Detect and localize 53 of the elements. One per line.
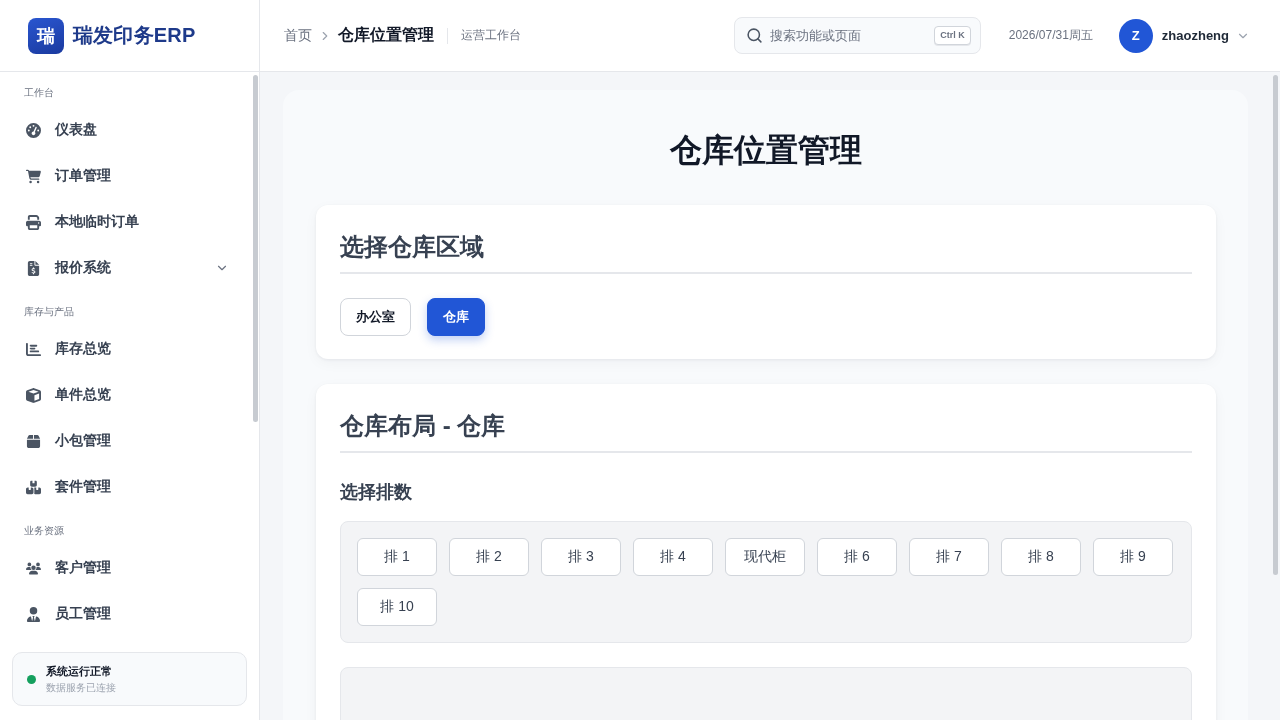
workspace-label: 运营工作台 [461,27,521,44]
breadcrumb-current: 仓库位置管理 [338,25,434,45]
row-button[interactable]: 排 3 [541,538,621,576]
row-button[interactable]: 排 4 [633,538,713,576]
scrollbar[interactable] [1273,75,1278,575]
row-button[interactable]: 排 2 [449,538,529,576]
nav-item[interactable]: 套件管理 [0,464,259,510]
user-avatar[interactable]: Z [1118,18,1153,53]
nav-item[interactable]: 本地临时订单 [0,199,259,245]
gauge-icon [26,122,41,138]
area-button[interactable]: 办公室 [340,298,411,336]
users-icon [26,560,41,576]
row-button[interactable]: 排 8 [1001,538,1081,576]
status-title: 系统运行正常 [46,664,113,678]
nav-item[interactable]: 小包管理 [0,418,259,464]
area-button[interactable]: 仓库 [427,298,485,336]
scrollbar[interactable] [253,75,258,422]
date-text: 2026/07/31周五 [1008,27,1093,44]
nav-item[interactable]: 订单管理 [0,153,259,199]
cube-icon [26,387,41,403]
brand-name: 瑞发印务ERP [73,23,196,48]
nav-item[interactable]: 员工管理 [0,591,259,637]
search-icon [745,27,763,44]
breadcrumb-home-link[interactable]: 首页 [284,26,312,45]
person-icon [26,606,41,622]
dollar-document-icon [26,260,41,276]
section-heading: 选择仓库区域 [340,231,1192,274]
row-button[interactable]: 现代柜 [725,538,805,576]
nav-item[interactable]: 客户管理 [0,545,259,591]
shortcut-key: Ctrl K [934,26,971,45]
user-name[interactable]: zhaozheng [1161,28,1229,43]
row-button[interactable]: 排 9 [1093,538,1173,576]
nav-item[interactable]: 单件总览 [0,372,259,418]
subheading: 选择排数 [340,481,413,504]
section-heading: 仓库布局 - 仓库 [340,410,1192,453]
row-button[interactable]: 排 10 [357,588,437,626]
logo-icon: 瑞 [28,17,64,54]
section-label: 工作台 [24,87,54,98]
box-icon [26,433,41,449]
row-button[interactable]: 排 1 [357,538,437,576]
page-title: 仓库位置管理 [669,131,863,170]
bar-chart-icon [26,341,41,357]
nav-item[interactable]: 库存总览 [0,326,259,372]
section-label: 业务资源 [24,525,64,536]
row-button[interactable]: 排 6 [817,538,897,576]
boxes-icon [26,479,41,495]
cart-icon [26,168,41,184]
nav-item[interactable]: 仪表盘 [0,107,259,153]
row-button[interactable]: 排 7 [909,538,989,576]
section-label: 库存与产品 [24,306,74,317]
nav-item[interactable]: 报价系统 [0,245,259,291]
status-subtitle: 数据服务已连接 [46,681,116,694]
printer-icon [26,214,41,230]
